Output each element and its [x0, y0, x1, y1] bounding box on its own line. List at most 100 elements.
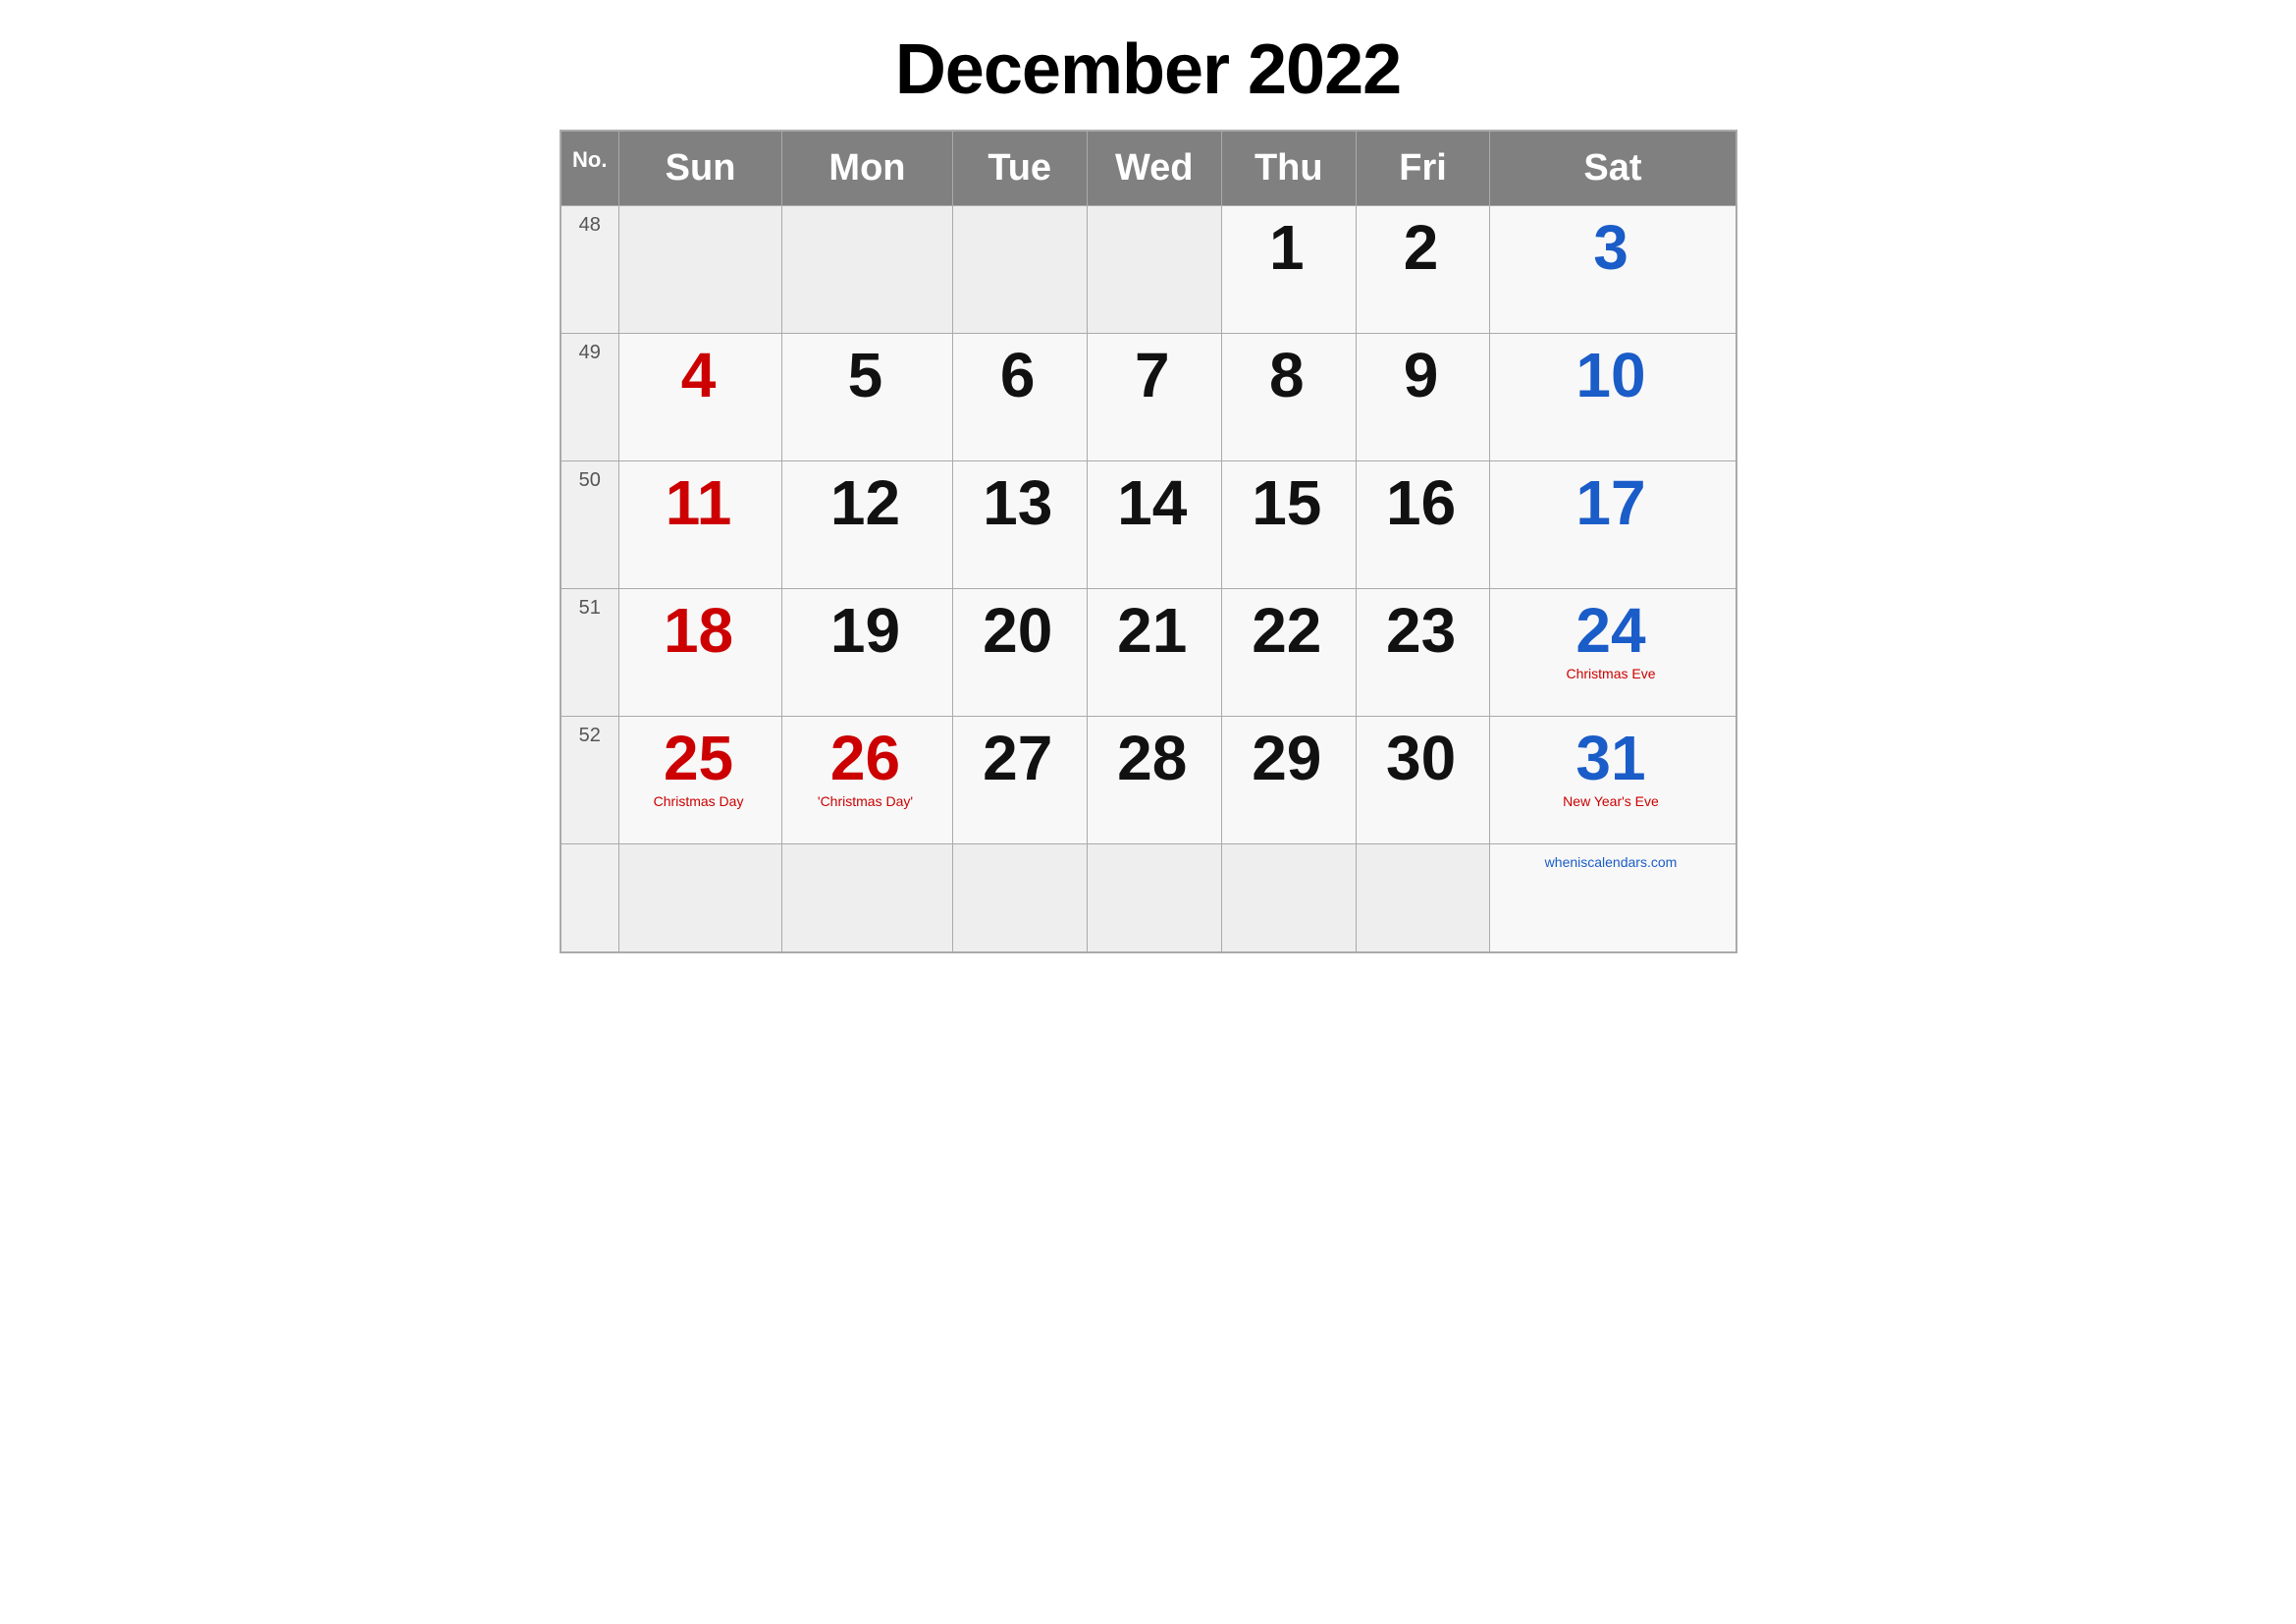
day-number: 15 — [1232, 471, 1342, 534]
day-number: 2 — [1366, 216, 1476, 279]
day-note: Christmas Eve — [1500, 666, 1721, 681]
day-number: 7 — [1097, 344, 1207, 406]
day-cell: 4 — [619, 334, 782, 461]
day-cell-empty — [952, 844, 1087, 952]
day-cell: 8 — [1221, 334, 1356, 461]
day-cell: 28 — [1087, 717, 1221, 844]
day-number: 14 — [1097, 471, 1207, 534]
header-tue: Tue — [952, 131, 1087, 206]
day-cell — [782, 206, 953, 334]
day-number: 5 — [792, 344, 938, 406]
week-number: 49 — [561, 334, 619, 461]
day-number: 19 — [792, 599, 938, 662]
day-number: 16 — [1366, 471, 1476, 534]
day-cell: 11 — [619, 461, 782, 589]
day-cell: 31 New Year's Eve — [1490, 717, 1736, 844]
day-cell: 2 — [1356, 206, 1490, 334]
day-number: 17 — [1500, 471, 1721, 534]
day-cell: 18 — [619, 589, 782, 717]
week-row: 48 123 — [561, 206, 1736, 334]
day-cell: 26 'Christmas Day' — [782, 717, 953, 844]
day-cell: 12 — [782, 461, 953, 589]
watermark-cell: wheniscalendars.com — [1490, 844, 1736, 952]
day-number: 24 — [1500, 599, 1721, 662]
day-cell: 7 — [1087, 334, 1221, 461]
day-cell: 16 — [1356, 461, 1490, 589]
day-cell: 21 — [1087, 589, 1221, 717]
day-number: 27 — [963, 727, 1073, 789]
day-cell: 5 — [782, 334, 953, 461]
day-cell: 1 — [1221, 206, 1356, 334]
day-cell: 22 — [1221, 589, 1356, 717]
week-row: 5011 12 13 14 15 16 17 — [561, 461, 1736, 589]
week-number: 50 — [561, 461, 619, 589]
header-no: No. — [561, 131, 619, 206]
day-cell: 27 — [952, 717, 1087, 844]
day-cell-empty — [782, 844, 953, 952]
day-number: 25 — [629, 727, 768, 789]
day-cell: 9 — [1356, 334, 1490, 461]
calendar-wrapper: December 2022 No. Sun Mon Tue Wed Thu Fr… — [560, 29, 1737, 953]
day-cell: 6 — [952, 334, 1087, 461]
day-cell: 3 — [1490, 206, 1736, 334]
day-number: 20 — [963, 599, 1073, 662]
week-row: 5118 19 20 212223 24 Christmas Eve — [561, 589, 1736, 717]
calendar-body: 4812349456789105011121314151617511819202… — [561, 206, 1736, 952]
day-cell: 23 — [1356, 589, 1490, 717]
day-number: 8 — [1232, 344, 1342, 406]
week-number-empty — [561, 844, 619, 952]
day-number: 31 — [1500, 727, 1721, 789]
calendar-title: December 2022 — [560, 29, 1737, 110]
header-wed: Wed — [1087, 131, 1221, 206]
week-number: 52 — [561, 717, 619, 844]
day-cell: 30 — [1356, 717, 1490, 844]
day-cell — [1087, 206, 1221, 334]
day-number: 26 — [792, 727, 938, 789]
day-number: 28 — [1097, 727, 1207, 789]
day-number: 9 — [1366, 344, 1476, 406]
day-cell-empty — [619, 844, 782, 952]
day-number: 11 — [629, 471, 768, 534]
day-number: 4 — [629, 344, 768, 406]
day-number: 6 — [963, 344, 1073, 406]
week-row: 49456789 10 — [561, 334, 1736, 461]
day-cell-empty — [1221, 844, 1356, 952]
day-cell: 20 — [952, 589, 1087, 717]
day-number: 23 — [1366, 599, 1476, 662]
day-number: 21 — [1097, 599, 1207, 662]
day-note: Christmas Day — [629, 793, 768, 809]
day-cell — [619, 206, 782, 334]
day-number: 3 — [1500, 216, 1721, 279]
header-sun: Sun — [619, 131, 782, 206]
day-cell: 29 — [1221, 717, 1356, 844]
header-thu: Thu — [1221, 131, 1356, 206]
day-cell: 24 Christmas Eve — [1490, 589, 1736, 717]
day-number: 1 — [1232, 216, 1342, 279]
day-cell-empty — [1356, 844, 1490, 952]
day-cell: 25 Christmas Day — [619, 717, 782, 844]
calendar-table: No. Sun Mon Tue Wed Thu Fri Sat 48123494… — [560, 130, 1737, 953]
day-number: 13 — [963, 471, 1073, 534]
header-sat: Sat — [1490, 131, 1736, 206]
week-number: 48 — [561, 206, 619, 334]
header-row: No. Sun Mon Tue Wed Thu Fri Sat — [561, 131, 1736, 206]
header-mon: Mon — [782, 131, 953, 206]
day-number: 18 — [629, 599, 768, 662]
day-note: New Year's Eve — [1500, 793, 1721, 809]
extra-row: wheniscalendars.com — [561, 844, 1736, 952]
day-cell — [952, 206, 1087, 334]
day-number: 10 — [1500, 344, 1721, 406]
day-cell-empty — [1087, 844, 1221, 952]
day-cell: 14 — [1087, 461, 1221, 589]
day-cell: 13 — [952, 461, 1087, 589]
week-number: 51 — [561, 589, 619, 717]
watermark-text: wheniscalendars.com — [1537, 850, 1685, 874]
day-number: 29 — [1232, 727, 1342, 789]
week-row: 5225 Christmas Day 26 'Christmas Day' 27 28 29… — [561, 717, 1736, 844]
day-cell: 15 — [1221, 461, 1356, 589]
day-note: 'Christmas Day' — [792, 793, 938, 809]
header-fri: Fri — [1356, 131, 1490, 206]
day-cell: 10 — [1490, 334, 1736, 461]
day-number: 12 — [792, 471, 938, 534]
day-cell: 17 — [1490, 461, 1736, 589]
